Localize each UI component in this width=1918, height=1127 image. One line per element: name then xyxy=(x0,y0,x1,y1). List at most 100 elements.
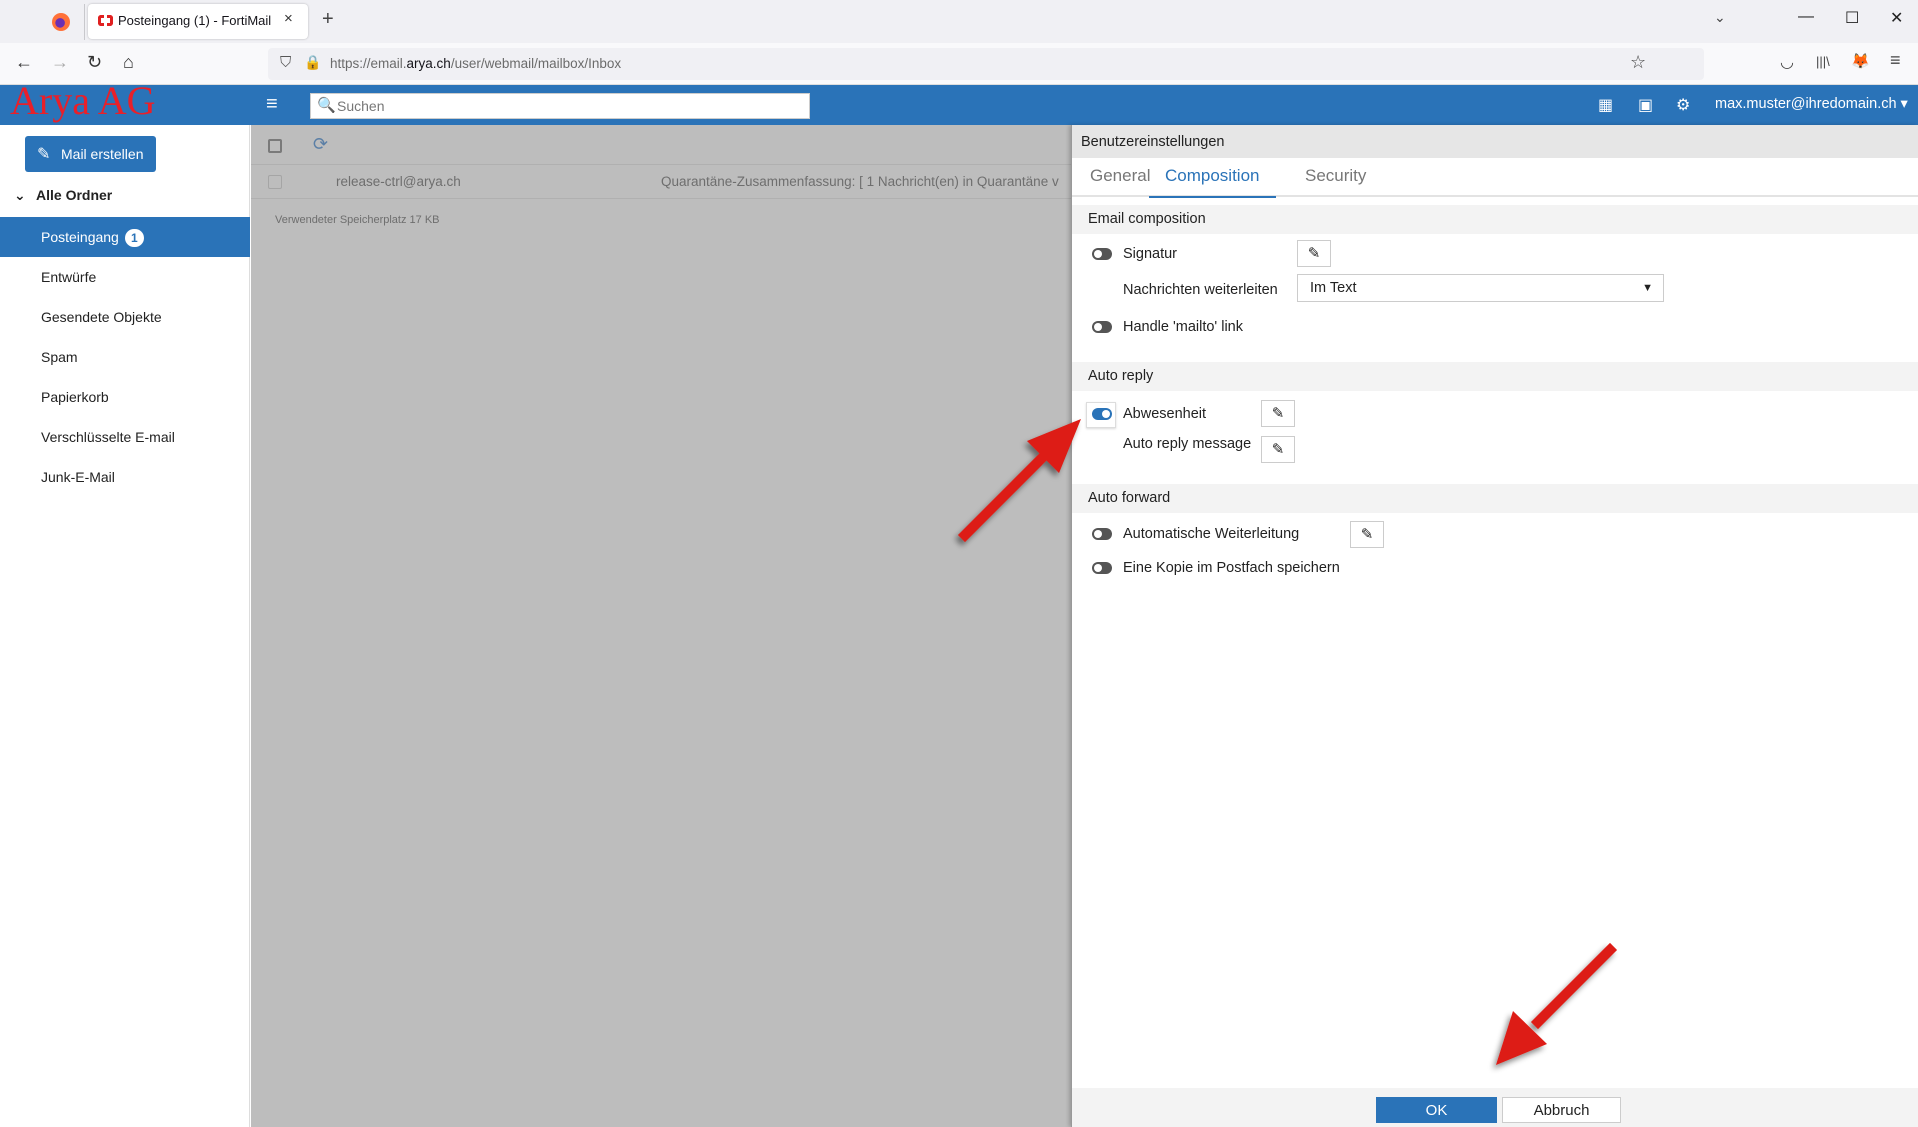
window-close-icon[interactable]: ✕ xyxy=(1890,8,1903,28)
compose-label: Mail erstellen xyxy=(61,146,144,162)
mail-row[interactable]: release-ctrl@arya.ch Quarantäne-Zusammen… xyxy=(251,165,1071,199)
edit-icon: ✎ xyxy=(1271,441,1285,458)
address-bar[interactable]: ⛉ 🔒 https://email.arya.ch/user/webmail/m… xyxy=(268,48,1704,80)
panel-header: Benutzereinstellungen xyxy=(1072,125,1918,158)
keep-copy-toggle[interactable] xyxy=(1092,562,1112,574)
tab-title: Posteingang (1) - FortiMail xyxy=(118,13,272,28)
edit-signature-button[interactable]: ✎ xyxy=(1297,240,1331,267)
chevron-down-icon: ⌄ xyxy=(14,187,26,203)
mail-list-toolbar: ⟳ xyxy=(251,125,1071,165)
storage-usage: Verwendeter Speicherplatz 17 KB xyxy=(275,214,440,226)
company-logo[interactable]: Arya AG xyxy=(10,79,156,123)
lock-icon[interactable]: 🔒 xyxy=(304,54,321,71)
caret-down-icon: ▼ xyxy=(1642,282,1653,294)
search-box[interactable]: 🔍 xyxy=(310,93,810,119)
auto-forward-toggle[interactable] xyxy=(1092,528,1112,540)
tab-close-icon[interactable]: × xyxy=(284,10,293,27)
library-icon[interactable]: |||\ xyxy=(1816,54,1830,69)
section-auto-reply: Auto reply xyxy=(1072,362,1918,391)
folder-label: Spam xyxy=(41,349,78,365)
maximize-icon[interactable]: ☐ xyxy=(1845,8,1859,28)
url-text[interactable]: https://email.arya.ch/user/webmail/mailb… xyxy=(330,56,621,71)
contacts-icon[interactable]: ▣ xyxy=(1638,95,1653,115)
forward-icon[interactable]: → xyxy=(51,52,69,73)
tracking-shield-icon[interactable]: ⛉ xyxy=(280,54,291,71)
folder-label: Gesendete Objekte xyxy=(41,309,162,325)
search-icon: 🔍 xyxy=(317,97,336,114)
refresh-icon[interactable]: ⟳ xyxy=(313,134,328,155)
panel-title: Benutzereinstellungen xyxy=(1081,134,1225,150)
url-domain: arya.ch xyxy=(406,56,451,71)
folder-drafts[interactable]: Entwürfe xyxy=(0,257,250,297)
hamburger-menu-icon[interactable]: ≡ xyxy=(266,93,278,116)
all-folders-header[interactable]: ⌄ Alle Ordner xyxy=(14,187,112,204)
cancel-button[interactable]: Abbruch xyxy=(1502,1097,1621,1123)
folder-label: Posteingang xyxy=(41,229,119,245)
folder-encrypted[interactable]: Verschlüsselte E-mail xyxy=(0,417,250,457)
calendar-icon[interactable]: ▦ xyxy=(1598,95,1613,115)
reload-icon[interactable]: ↻ xyxy=(87,52,102,73)
edit-away-button[interactable]: ✎ xyxy=(1261,400,1295,427)
pocket-icon[interactable]: ◡ xyxy=(1780,52,1794,72)
tab-list-icon[interactable]: ⌄ xyxy=(1714,9,1726,26)
unread-count-badge: 1 xyxy=(124,229,144,247)
folder-label: Verschlüsselte E-mail xyxy=(41,429,175,445)
tab-divider xyxy=(84,4,85,40)
browser-nav-bar: ← → ↻ ⌂ ⛉ 🔒 https://email.arya.ch/user/w… xyxy=(0,43,1918,85)
edit-auto-forward-button[interactable]: ✎ xyxy=(1350,521,1384,548)
away-toggle[interactable] xyxy=(1092,408,1112,420)
mail-list: ⟳ release-ctrl@arya.ch Quarantäne-Zusamm… xyxy=(251,125,1071,1127)
folder-sidebar: ✎ Mail erstellen ⌄ Alle Ordner Posteingan… xyxy=(0,125,250,1127)
settings-gear-icon[interactable]: ⚙ xyxy=(1676,95,1690,115)
folder-label: Junk-E-Mail xyxy=(41,469,115,485)
edit-auto-reply-message-button[interactable]: ✎ xyxy=(1261,436,1295,463)
auto-forward-label: Automatische Weiterleitung xyxy=(1123,526,1300,542)
forward-mode-value: Im Text xyxy=(1310,280,1357,296)
fortimail-favicon-icon xyxy=(98,15,113,26)
folder-inbox[interactable]: Posteingang 1 xyxy=(0,217,250,257)
folder-sent[interactable]: Gesendete Objekte xyxy=(0,297,250,337)
keep-copy-label: Eine Kopie im Postfach speichern xyxy=(1123,560,1340,576)
all-folders-label: Alle Ordner xyxy=(36,187,113,203)
tab-general[interactable]: General xyxy=(1090,166,1150,196)
firefox-icon[interactable] xyxy=(52,13,70,31)
metamask-extension-icon[interactable]: 🦊 xyxy=(1851,52,1870,70)
user-account-menu[interactable]: max.muster@ihredomain.ch ▾ xyxy=(1715,96,1908,112)
mailto-toggle[interactable] xyxy=(1092,321,1112,333)
auto-reply-message-label: Auto reply message xyxy=(1123,436,1252,452)
signature-toggle[interactable] xyxy=(1092,248,1112,260)
folder-spam[interactable]: Spam xyxy=(0,337,250,377)
mail-subject: Quarantäne-Zusammenfassung: [ 1 Nachrich… xyxy=(661,174,1059,189)
bookmark-star-icon[interactable]: ☆ xyxy=(1630,52,1646,73)
away-label: Abwesenheit xyxy=(1123,406,1207,422)
search-input[interactable] xyxy=(337,96,797,116)
forward-mode-select[interactable]: Im Text ▼ xyxy=(1297,274,1664,302)
folder-trash[interactable]: Papierkorb xyxy=(0,377,250,417)
folder-junk[interactable]: Junk-E-Mail xyxy=(0,457,250,497)
tab-security[interactable]: Security xyxy=(1305,166,1366,196)
section-auto-forward: Auto forward xyxy=(1072,484,1918,513)
new-tab-icon[interactable]: + xyxy=(322,8,334,31)
url-prefix: https://email. xyxy=(330,56,407,71)
compose-mail-button[interactable]: ✎ Mail erstellen xyxy=(25,136,156,172)
ok-button[interactable]: OK xyxy=(1376,1097,1497,1123)
section-email-composition: Email composition xyxy=(1072,205,1918,234)
user-settings-panel: Benutzereinstellungen General Compositio… xyxy=(1071,125,1918,1127)
home-icon[interactable]: ⌂ xyxy=(123,52,134,73)
browser-tab-active[interactable]: Posteingang (1) - FortiMail × xyxy=(88,4,308,39)
mail-sender: release-ctrl@arya.ch xyxy=(336,174,461,189)
pencil-icon: ✎ xyxy=(37,146,51,163)
mailto-label: Handle 'mailto' link xyxy=(1123,319,1243,335)
minimize-icon[interactable]: — xyxy=(1798,8,1814,26)
back-icon[interactable]: ← xyxy=(15,52,33,73)
edit-icon: ✎ xyxy=(1307,245,1321,262)
select-all-checkbox[interactable] xyxy=(268,139,282,153)
mail-row-checkbox[interactable] xyxy=(268,175,282,189)
edit-icon: ✎ xyxy=(1271,405,1285,422)
browser-tab-strip: Posteingang (1) - FortiMail × + ⌄ — ☐ ✕ xyxy=(0,0,1918,43)
browser-menu-icon[interactable]: ≡ xyxy=(1890,50,1901,71)
tab-composition[interactable]: Composition xyxy=(1149,166,1276,198)
edit-icon: ✎ xyxy=(1360,526,1374,543)
panel-footer: OK Abbruch xyxy=(1072,1088,1918,1127)
settings-tabs: General Composition Security xyxy=(1072,158,1918,198)
